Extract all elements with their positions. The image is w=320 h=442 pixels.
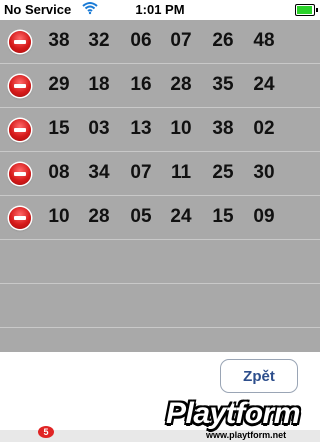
lottery-number: 30 xyxy=(253,162,275,183)
table-row[interactable]: 15 03 13 10 38 02 xyxy=(0,108,320,152)
lottery-number: 38 xyxy=(48,30,70,51)
lottery-number: 24 xyxy=(170,206,192,227)
lottery-number: 35 xyxy=(212,74,234,95)
watermark-logo: Playtform xyxy=(166,397,300,430)
lottery-number: 32 xyxy=(88,30,110,51)
lottery-number: 29 xyxy=(48,74,70,95)
watermark-url: www.playtform.net xyxy=(206,430,287,440)
lottery-number: 26 xyxy=(212,30,234,51)
status-bar: No Service 1:01 PM xyxy=(0,0,320,20)
lottery-number: 16 xyxy=(130,74,152,95)
lottery-number: 18 xyxy=(88,74,110,95)
lottery-number: 38 xyxy=(212,118,234,139)
lottery-number: 15 xyxy=(48,118,70,139)
back-button[interactable]: Zpět xyxy=(220,359,298,393)
lottery-number: 10 xyxy=(170,118,192,139)
lottery-number: 28 xyxy=(88,206,110,227)
minus-circle-icon[interactable] xyxy=(9,31,31,53)
table-row[interactable]: 08 34 07 11 25 30 xyxy=(0,152,320,196)
lottery-number: 13 xyxy=(130,118,152,139)
lottery-number: 02 xyxy=(253,118,275,139)
lottery-number: 09 xyxy=(253,206,275,227)
table-row[interactable]: 29 18 16 28 35 24 xyxy=(0,64,320,108)
minus-circle-icon[interactable] xyxy=(9,207,31,229)
lottery-number: 24 xyxy=(253,74,275,95)
battery-icon xyxy=(295,4,318,16)
lottery-number: 03 xyxy=(88,118,110,139)
table-row[interactable]: 38 32 06 07 26 48 xyxy=(0,20,320,64)
battery-level xyxy=(297,6,313,14)
lottery-number: 25 xyxy=(212,162,234,183)
lottery-number: 08 xyxy=(48,162,70,183)
lottery-number: 28 xyxy=(170,74,192,95)
lottery-number: 15 xyxy=(212,206,234,227)
lottery-number: 48 xyxy=(253,30,275,51)
numbers-table: 38 32 06 07 26 48 29 18 16 28 35 24 15 0… xyxy=(0,20,320,352)
status-time: 1:01 PM xyxy=(135,2,185,17)
notification-badge: 5 xyxy=(38,426,54,438)
minus-circle-icon[interactable] xyxy=(9,75,31,97)
lottery-number: 07 xyxy=(130,162,152,183)
lottery-number: 34 xyxy=(88,162,110,183)
empty-row xyxy=(0,240,320,284)
minus-circle-icon[interactable] xyxy=(9,163,31,185)
lottery-number: 05 xyxy=(130,206,152,227)
lottery-number: 11 xyxy=(170,162,192,183)
watermark: Playtform www.playtform.net xyxy=(166,397,318,441)
table-row[interactable]: 10 28 05 24 15 09 xyxy=(0,196,320,240)
empty-row xyxy=(0,328,320,352)
minus-circle-icon[interactable] xyxy=(9,119,31,141)
empty-row xyxy=(0,284,320,328)
lottery-number: 06 xyxy=(130,30,152,51)
lottery-number: 07 xyxy=(170,30,192,51)
lottery-number: 10 xyxy=(48,206,70,227)
